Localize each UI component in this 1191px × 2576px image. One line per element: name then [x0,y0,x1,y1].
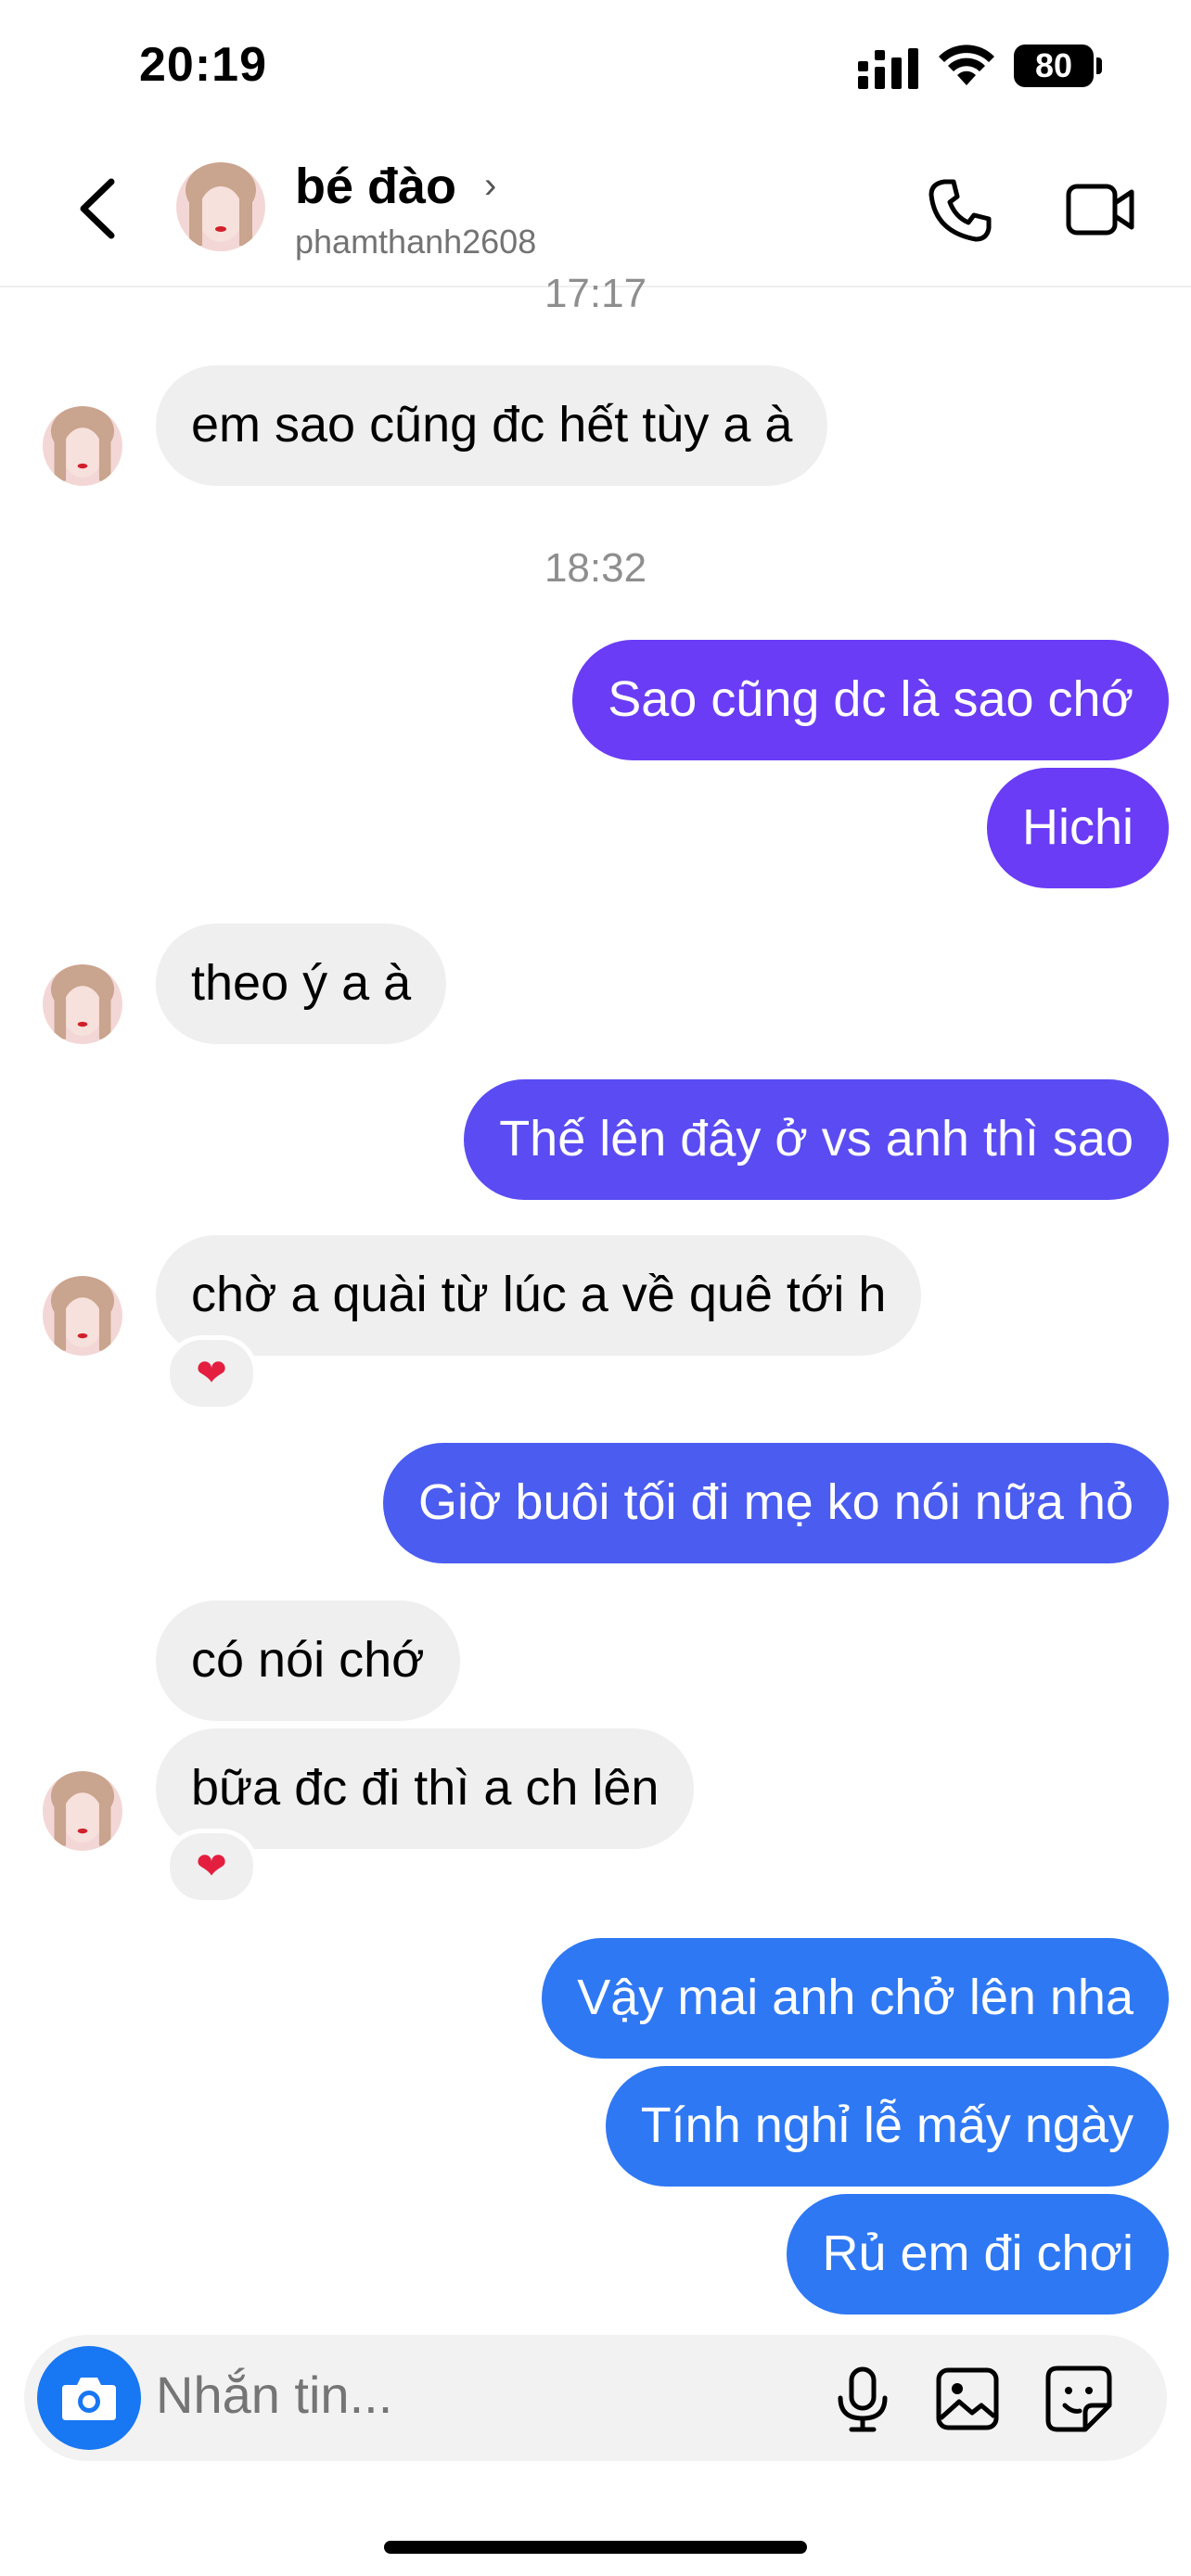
status-time: 20:19 [139,38,267,92]
back-chevron-icon[interactable] [72,176,124,241]
battery-level: 80 [1014,45,1094,87]
heart-reaction-icon[interactable]: ❤ [165,1829,258,1905]
message-bubble-incoming[interactable]: em sao cũng đc hết tùy a à [156,365,828,486]
contact-name[interactable]: bé đào [295,158,456,215]
contact-avatar[interactable] [176,162,265,251]
battery-cap [1096,57,1102,74]
message-bubble-outgoing[interactable]: Hichi [986,768,1169,888]
message-bubble-outgoing[interactable]: Tính nghỉ lễ mấy ngày [605,2066,1169,2187]
contact-name-chevron-icon[interactable]: › [484,165,496,207]
sticker-icon[interactable] [1044,2365,1113,2433]
timestamp: 18:32 [544,545,647,591]
cellular-signal-icon [858,48,918,89]
message-bubble-outgoing[interactable]: Sao cũng dc là sao chớ [572,640,1169,760]
sender-avatar[interactable] [43,1276,122,1356]
message-bubble-incoming[interactable]: theo ý a à [156,924,447,1044]
message-bubble-outgoing[interactable]: Rủ em đi chơi [787,2194,1169,2315]
message-bubble-outgoing[interactable]: Thế lên đây ở vs anh thì sao [464,1079,1169,1200]
message-bubble-incoming[interactable]: chờ a quài từ lúc a về quê tới h [156,1235,922,1356]
phone-icon[interactable] [926,176,994,245]
camera-button[interactable] [37,2346,141,2450]
sender-avatar[interactable] [43,964,122,1044]
message-bubble-outgoing[interactable]: Vậy mai anh chở lên nha [542,1938,1169,2059]
contact-username: phamthanh2608 [295,223,537,261]
microphone-icon[interactable] [833,2366,892,2433]
wifi-icon [939,45,994,85]
message-bubble-incoming[interactable]: bữa đc đi thì a ch lên [156,1728,695,1849]
message-input[interactable] [156,2365,749,2425]
gallery-icon[interactable] [935,2366,1000,2431]
timestamp: 17:17 [544,271,647,316]
video-camera-icon[interactable] [1065,181,1135,238]
sender-avatar[interactable] [43,1771,122,1851]
heart-reaction-icon[interactable]: ❤ [165,1335,258,1411]
message-bubble-outgoing[interactable]: Giờ buôi tối đi mẹ ko nói nữa hỏ [383,1443,1169,1563]
home-indicator [384,2541,807,2554]
camera-icon [62,2378,116,2420]
message-bubble-incoming[interactable]: có nói chớ [156,1600,460,1721]
sender-avatar[interactable] [43,406,122,486]
